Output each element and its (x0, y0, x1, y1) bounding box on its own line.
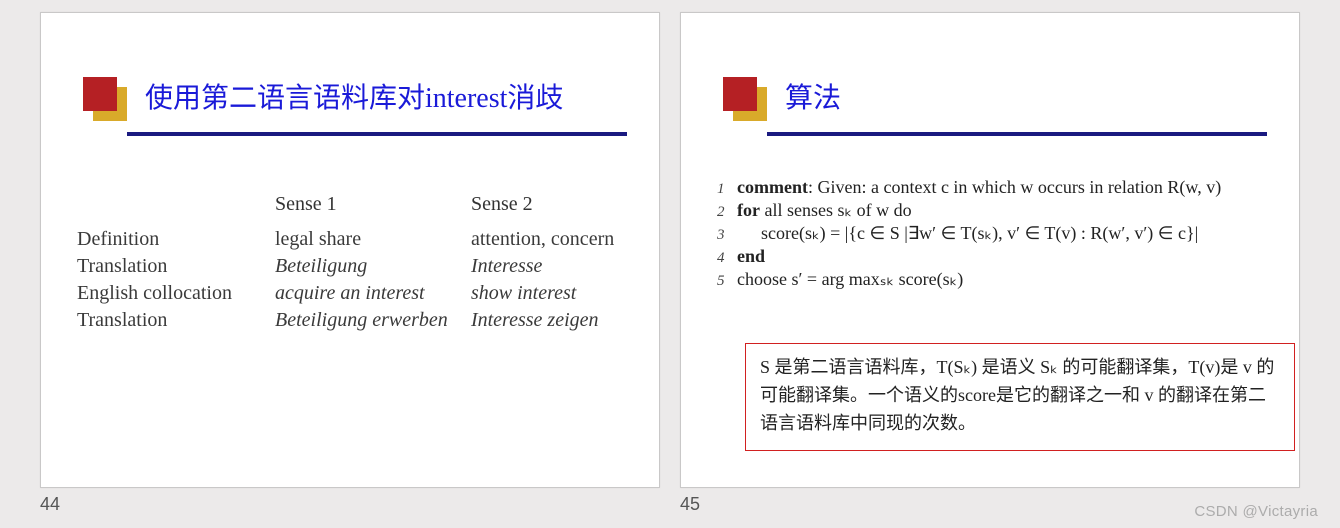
row-label: Definition (77, 226, 275, 253)
algo-line: 1 comment: Given: a context c in which w… (717, 177, 1283, 198)
table-row: Definition legal share attention, concer… (77, 226, 635, 253)
title-block: 算法 (681, 13, 1299, 136)
line-number: 3 (717, 227, 737, 244)
slide-44: 使用第二语言语料库对interest消歧 Sense 1 Sense 2 Def… (40, 12, 660, 488)
row-label: English collocation (77, 280, 275, 307)
slide-title: 算法 (741, 81, 1259, 116)
page-number-left: 44 (40, 494, 60, 515)
algo-code: comment: Given: a context c in which w o… (737, 177, 1283, 198)
note-text: S 是第二语言语料库，T(Sₖ) 是语义 Sₖ 的可能翻译集，T(v)是 v 的… (760, 357, 1274, 433)
title-block: 使用第二语言语料库对interest消歧 (41, 13, 659, 136)
page-number-right: 45 (680, 494, 700, 515)
watermark: CSDN @Victayria (1194, 503, 1318, 520)
algo-code: score(sₖ) = |{c ∈ S |∃w′ ∈ T(sₖ), v′ ∈ T… (737, 223, 1283, 244)
col-header-sense2: Sense 2 (471, 189, 635, 226)
cell-sense2: Interesse zeigen (471, 307, 635, 334)
note-box: S 是第二语言语料库，T(Sₖ) 是语义 Sₖ 的可能翻译集，T(v)是 v 的… (745, 343, 1295, 451)
cell-sense2: show interest (471, 280, 635, 307)
cell-sense1: legal share (275, 226, 471, 253)
title-bullet-icon (83, 77, 127, 121)
table-row: Translation Beteiligung erwerben Interes… (77, 307, 635, 334)
col-header-sense1: Sense 1 (275, 189, 471, 226)
title-bullet-icon (723, 77, 767, 121)
algo-line: 5 choose s′ = arg maxₛₖ score(sₖ) (717, 269, 1283, 290)
row-label: Translation (77, 253, 275, 280)
cell-sense2: attention, concern (471, 226, 635, 253)
cell-sense1: Beteiligung (275, 253, 471, 280)
cell-sense2: Interesse (471, 253, 635, 280)
cell-sense1: Beteiligung erwerben (275, 307, 471, 334)
line-number: 5 (717, 273, 737, 290)
line-number: 1 (717, 181, 737, 198)
algo-line: 3 score(sₖ) = |{c ∈ S |∃w′ ∈ T(sₖ), v′ ∈… (717, 223, 1283, 244)
slide-title: 使用第二语言语料库对interest消歧 (101, 81, 619, 116)
algo-code: choose s′ = arg maxₛₖ score(sₖ) (737, 269, 1283, 290)
cell-sense1: acquire an interest (275, 280, 471, 307)
algorithm-block: 1 comment: Given: a context c in which w… (717, 177, 1283, 292)
slide-45: 算法 1 comment: Given: a context c in whic… (680, 12, 1300, 488)
line-number: 2 (717, 204, 737, 221)
col-header-empty (77, 189, 275, 226)
table-row: English collocation acquire an interest … (77, 280, 635, 307)
title-underline (767, 132, 1267, 136)
table-row: Translation Beteiligung Interesse (77, 253, 635, 280)
title-underline (127, 132, 627, 136)
sense-table: Sense 1 Sense 2 Definition legal share a… (77, 189, 635, 334)
line-number: 4 (717, 250, 737, 267)
algo-line: 2 for all senses sₖ of w do (717, 200, 1283, 221)
algo-line: 4 end (717, 246, 1283, 267)
algo-code: end (737, 246, 1283, 267)
algo-code: for all senses sₖ of w do (737, 200, 1283, 221)
slide-pair-stage: 使用第二语言语料库对interest消歧 Sense 1 Sense 2 Def… (0, 0, 1340, 528)
row-label: Translation (77, 307, 275, 334)
